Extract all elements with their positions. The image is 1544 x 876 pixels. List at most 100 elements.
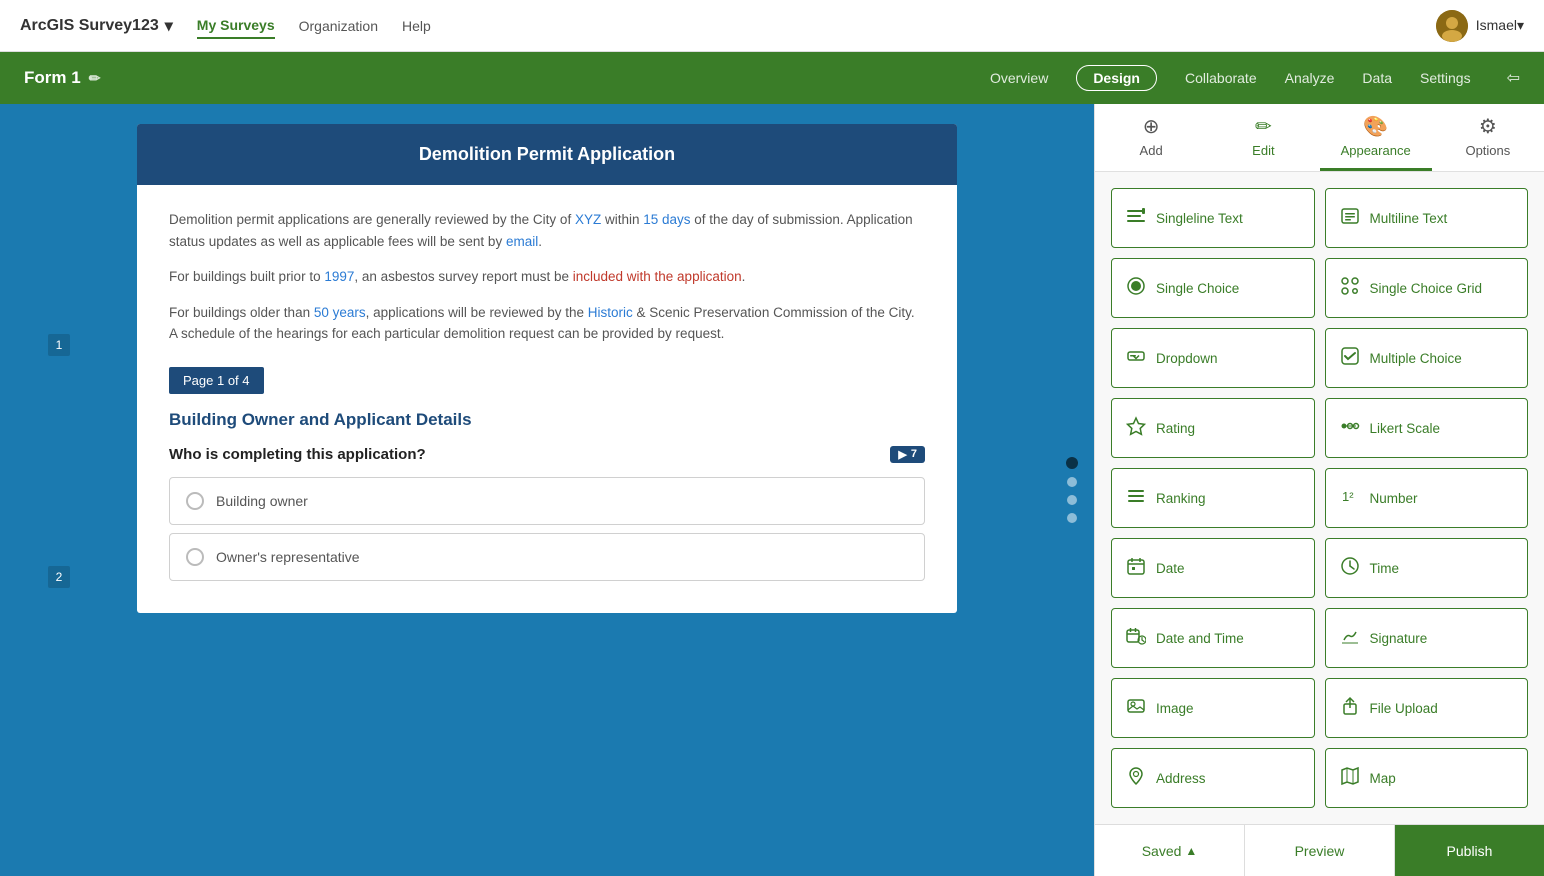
secondary-nav: Form 1 ✏ Overview Design Collaborate Ana…: [0, 52, 1544, 104]
element-singleline-text[interactable]: Singleline Text: [1111, 188, 1315, 248]
image-icon: [1126, 696, 1146, 721]
address-label: Address: [1156, 771, 1206, 786]
element-single-choice-grid[interactable]: Single Choice Grid: [1325, 258, 1529, 318]
element-multiple-choice[interactable]: Multiple Choice: [1325, 328, 1529, 388]
sec-nav-analyze[interactable]: Analyze: [1285, 70, 1335, 86]
radio-building-owner[interactable]: [186, 492, 204, 510]
tab-add[interactable]: ⊕ Add: [1095, 104, 1207, 171]
choice-option-building-owner[interactable]: Building owner: [169, 477, 925, 525]
side-dot-1: [1066, 457, 1078, 469]
element-single-choice[interactable]: Single Choice: [1111, 258, 1315, 318]
signature-label: Signature: [1370, 631, 1428, 646]
map-icon: [1340, 766, 1360, 791]
element-date-and-time[interactable]: Date and Time: [1111, 608, 1315, 668]
element-multiline-text[interactable]: Multiline Text: [1325, 188, 1529, 248]
multiple-choice-icon: [1340, 346, 1360, 371]
number-icon: 1²: [1340, 486, 1360, 511]
element-image[interactable]: Image: [1111, 678, 1315, 738]
required-count: 7: [911, 448, 917, 460]
side-dots: [1066, 457, 1078, 523]
required-icon: ▶: [898, 448, 906, 461]
time-label: Time: [1370, 561, 1400, 576]
element-dropdown[interactable]: Dropdown: [1111, 328, 1315, 388]
nav-organization[interactable]: Organization: [299, 14, 378, 38]
element-address[interactable]: Address: [1111, 748, 1315, 808]
row-numbers: 1 2: [0, 104, 70, 824]
element-date[interactable]: Date: [1111, 538, 1315, 598]
tab-appearance-label: Appearance: [1341, 143, 1411, 158]
element-time[interactable]: Time: [1325, 538, 1529, 598]
dropdown-icon: [1126, 346, 1146, 371]
main-layout: 1 2 Demolition Permit Application Dem: [0, 104, 1544, 876]
single-choice-grid-icon: [1340, 276, 1360, 301]
number-label: Number: [1370, 491, 1418, 506]
tab-edit[interactable]: ✏ Edit: [1207, 104, 1319, 171]
radio-owners-rep[interactable]: [186, 548, 204, 566]
choice-option-owners-rep[interactable]: Owner's representative: [169, 533, 925, 581]
choice-label-building-owner: Building owner: [216, 493, 308, 509]
svg-text:1²: 1²: [1342, 489, 1354, 504]
tab-add-label: Add: [1140, 143, 1163, 158]
add-icon: ⊕: [1143, 114, 1160, 139]
multiple-choice-label: Multiple Choice: [1370, 351, 1462, 366]
sec-nav-collaborate[interactable]: Collaborate: [1185, 70, 1257, 86]
side-dot-4: [1067, 513, 1077, 523]
singleline-text-label: Singleline Text: [1156, 211, 1243, 226]
tab-options[interactable]: ⚙ Options: [1432, 104, 1544, 171]
tab-options-label: Options: [1465, 143, 1510, 158]
publish-button[interactable]: Publish: [1395, 825, 1544, 876]
desc-p1: Demolition permit applications are gener…: [169, 209, 925, 252]
form-header-title: Demolition Permit Application: [161, 144, 933, 165]
form-title-text: Form 1: [24, 68, 81, 88]
desc-p3: For buildings older than 50 years, appli…: [169, 302, 925, 345]
right-panel: ⊕ Add ✏ Edit 🎨 Appearance ⚙ Options: [1094, 104, 1544, 876]
element-likert-scale[interactable]: Likert Scale: [1325, 398, 1529, 458]
saved-button[interactable]: Saved ▲: [1095, 825, 1245, 876]
file-upload-label: File Upload: [1370, 701, 1438, 716]
ranking-label: Ranking: [1156, 491, 1206, 506]
appearance-icon: 🎨: [1363, 114, 1388, 139]
tab-appearance[interactable]: 🎨 Appearance: [1320, 104, 1432, 171]
required-badge: ▶ 7: [890, 446, 925, 463]
nav-help[interactable]: Help: [402, 14, 431, 38]
preview-label: Preview: [1295, 843, 1345, 859]
address-icon: [1126, 766, 1146, 791]
form-body: Demolition permit applications are gener…: [137, 185, 957, 613]
user-name[interactable]: Ismael▾: [1476, 17, 1524, 34]
saved-indicator: Saved ▲: [1142, 843, 1198, 859]
element-map[interactable]: Map: [1325, 748, 1529, 808]
sec-nav-settings[interactable]: Settings: [1420, 70, 1471, 86]
file-upload-icon: [1340, 696, 1360, 721]
element-number[interactable]: 1² Number: [1325, 468, 1529, 528]
element-file-upload[interactable]: File Upload: [1325, 678, 1529, 738]
top-nav-left: ArcGIS Survey123 ▾ My Surveys Organizati…: [20, 13, 431, 39]
elements-grid: Singleline Text Multiline Text: [1095, 172, 1544, 824]
element-rating[interactable]: Rating: [1111, 398, 1315, 458]
app-dropdown-arrow[interactable]: ▾: [165, 16, 173, 36]
element-ranking[interactable]: Ranking: [1111, 468, 1315, 528]
sec-nav-data[interactable]: Data: [1362, 70, 1392, 86]
date-icon: [1126, 556, 1146, 581]
form-header: Demolition Permit Application: [137, 124, 957, 185]
side-dot-2: [1067, 477, 1077, 487]
form-content-wrapper: Demolition Permit Application Demolition…: [137, 124, 957, 613]
row-num-2: 2: [48, 566, 70, 588]
saved-arrow: ▲: [1185, 844, 1197, 858]
top-nav: ArcGIS Survey123 ▾ My Surveys Organizati…: [0, 0, 1544, 52]
saved-label: Saved: [1142, 843, 1182, 859]
dropdown-label: Dropdown: [1156, 351, 1218, 366]
share-icon[interactable]: ⇦: [1507, 68, 1520, 88]
sec-nav-design[interactable]: Design: [1076, 65, 1157, 91]
signature-icon: [1340, 626, 1360, 651]
form-area: 1 2 Demolition Permit Application Dem: [0, 104, 1094, 876]
sec-nav-overview[interactable]: Overview: [990, 70, 1048, 86]
question-label-text: Who is completing this application?: [169, 446, 426, 463]
nav-my-surveys[interactable]: My Surveys: [197, 13, 275, 39]
app-title-text: ArcGIS Survey123: [20, 17, 159, 35]
element-signature[interactable]: Signature: [1325, 608, 1529, 668]
ranking-icon: [1126, 486, 1146, 511]
singleline-text-icon: [1126, 206, 1146, 231]
form-title-area: Form 1 ✏: [24, 68, 100, 88]
form-title-edit-icon[interactable]: ✏: [89, 70, 101, 87]
preview-button[interactable]: Preview: [1245, 825, 1395, 876]
